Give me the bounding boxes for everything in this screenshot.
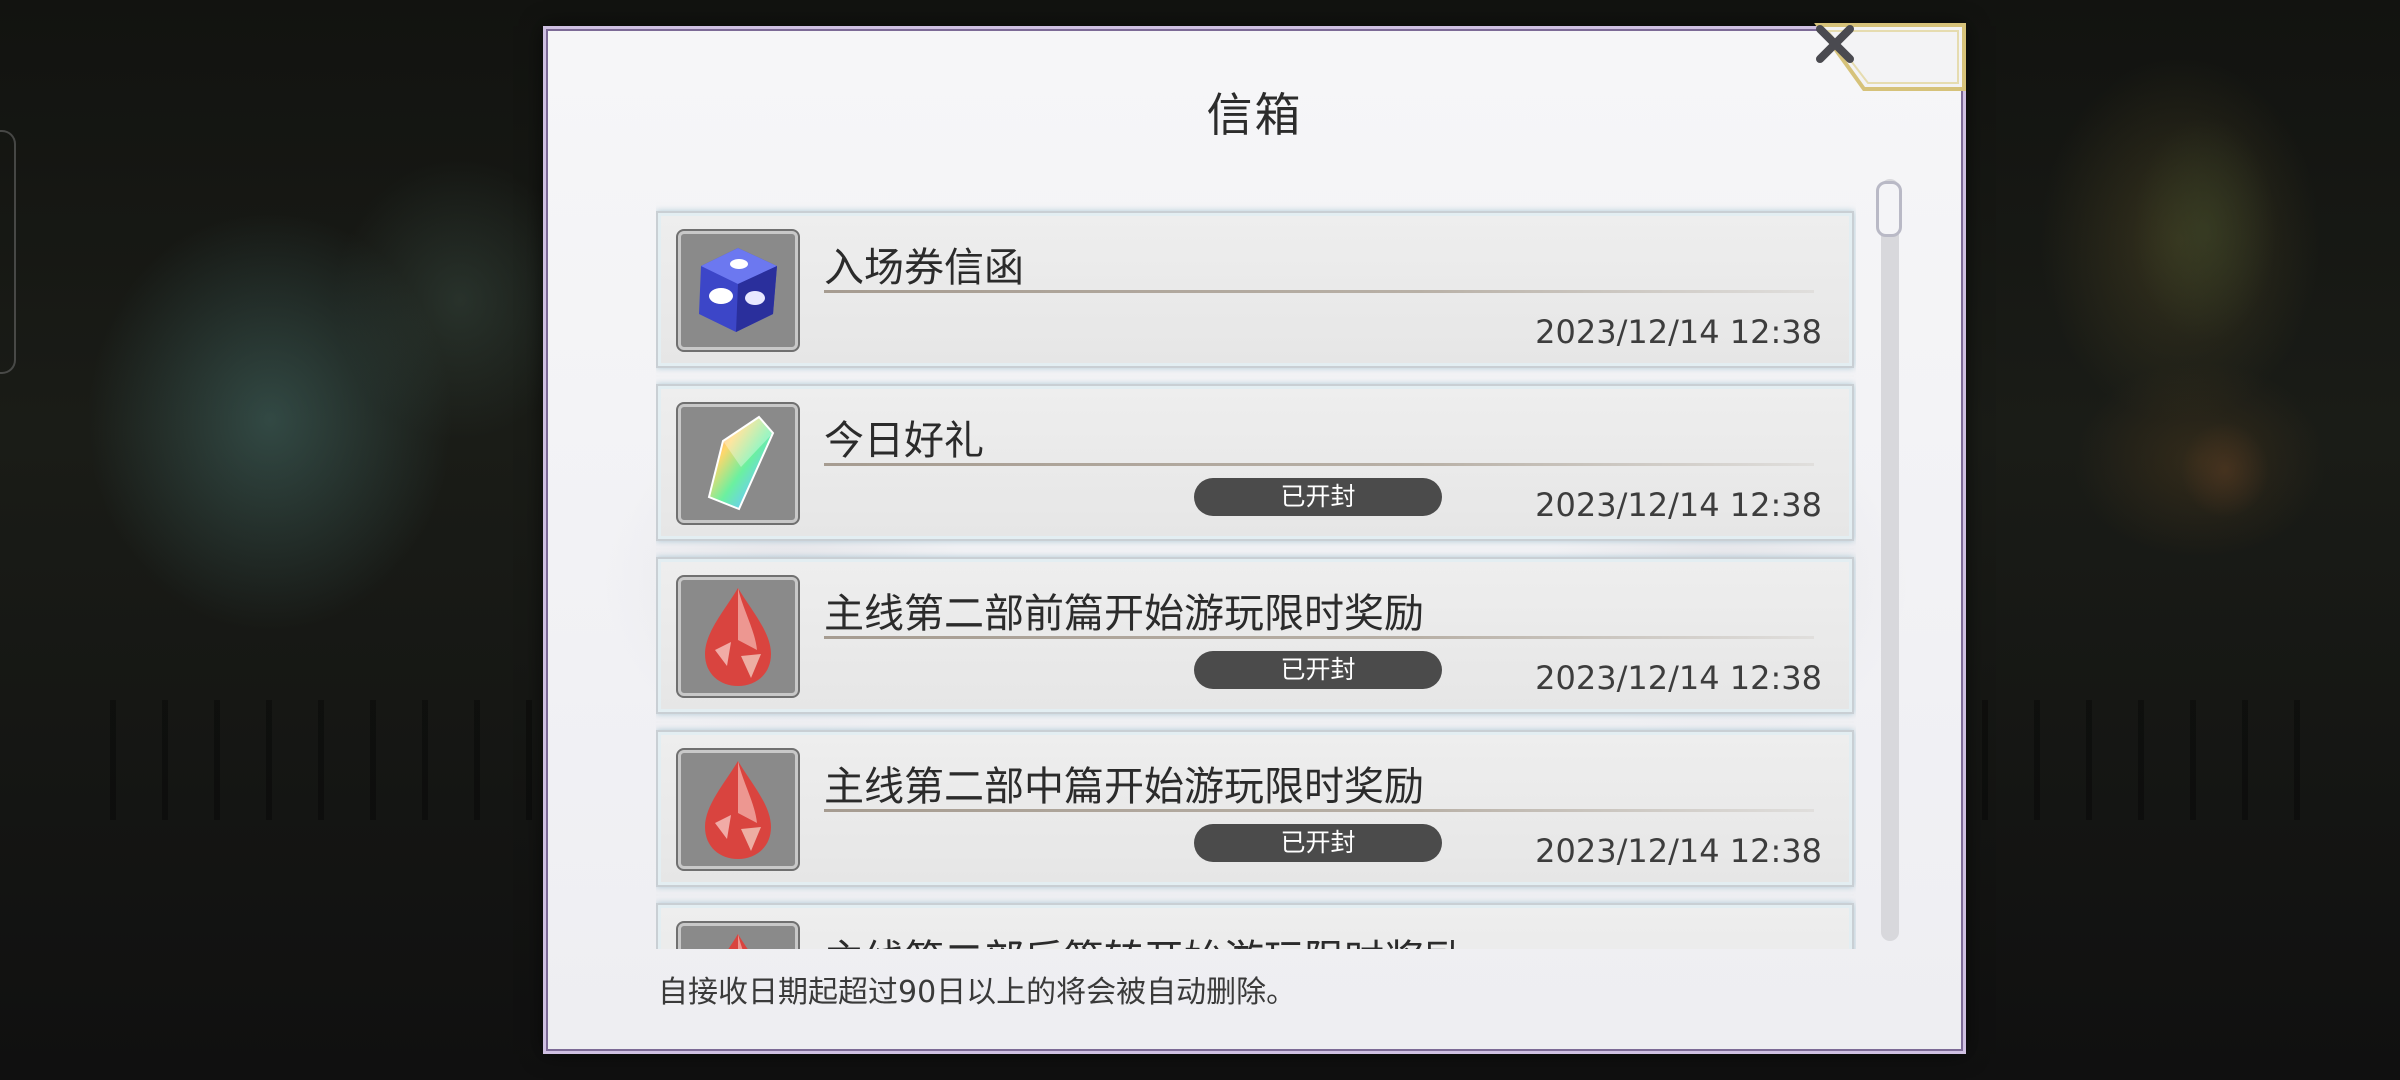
mail-item-title: 今日好礼: [824, 418, 984, 464]
auto-delete-note: 自接收日期起超过90日以上的将会被自动删除。: [658, 975, 1297, 1010]
scrollbar-thumb[interactable]: [1876, 181, 1902, 237]
mailbox-dialog: 信箱 入场券信函 2023/12/14 12:38 今日好礼 已开封 2023/…: [543, 23, 1966, 1054]
mail-item-icon-frame: [678, 231, 798, 350]
mail-item-icon-frame: [678, 750, 798, 869]
mail-item[interactable]: 入场券信函 2023/12/14 12:38: [656, 211, 1854, 368]
mail-item-date: 2023/12/14 12:38: [1535, 313, 1822, 351]
mail-item-icon-frame: [678, 577, 798, 696]
mail-item-divider: [824, 809, 1814, 812]
mail-item-title: 主线第二部前篇开始游玩限时奖励: [824, 591, 1424, 637]
background-plant: [2110, 80, 2300, 380]
mail-item-icon-frame: [678, 404, 798, 523]
mail-item-title: 主线第二部中篇开始游玩限时奖励: [824, 764, 1424, 810]
mail-item-date: 2023/12/14 12:38: [1535, 486, 1822, 524]
mail-item[interactable]: 主线第二部后篇转开始游玩限时奖励: [656, 903, 1854, 949]
mail-item[interactable]: 主线第二部中篇开始游玩限时奖励 已开封 2023/12/14 12:38: [656, 730, 1854, 887]
opened-badge: 已开封: [1194, 651, 1442, 689]
background-pot: [2170, 410, 2280, 530]
mail-item-divider: [824, 290, 1814, 293]
dialog-title: 信箱: [1206, 88, 1303, 142]
opened-badge: 已开封: [1194, 478, 1442, 516]
close-icon: [1816, 25, 1854, 63]
side-handle[interactable]: [0, 130, 16, 374]
red-gem-icon: [705, 761, 771, 859]
mail-item-divider: [824, 463, 1814, 466]
mail-item[interactable]: 主线第二部前篇开始游玩限时奖励 已开封 2023/12/14 12:38: [656, 557, 1854, 714]
mail-item-title: 主线第二部后篇转开始游玩限时奖励: [824, 927, 1464, 949]
close-button[interactable]: [1814, 23, 1966, 95]
mail-item[interactable]: 今日好礼 已开封 2023/12/14 12:38: [656, 384, 1854, 541]
blue-dice-icon: [699, 248, 777, 332]
mail-item-icon-frame: [678, 923, 798, 949]
rainbow-crystal-icon: [707, 415, 775, 511]
red-gem-icon: [705, 588, 771, 686]
scrollbar-track[interactable]: [1881, 179, 1899, 941]
mail-item-divider: [824, 636, 1814, 639]
opened-badge: 已开封: [1194, 824, 1442, 862]
mail-item-date: 2023/12/14 12:38: [1535, 832, 1822, 870]
mail-item-title: 入场券信函: [824, 245, 1024, 291]
mail-item-date: 2023/12/14 12:38: [1535, 659, 1822, 697]
red-gem-icon: [728, 934, 748, 949]
mail-list[interactable]: 入场券信函 2023/12/14 12:38 今日好礼 已开封 2023/12/…: [656, 179, 1856, 949]
